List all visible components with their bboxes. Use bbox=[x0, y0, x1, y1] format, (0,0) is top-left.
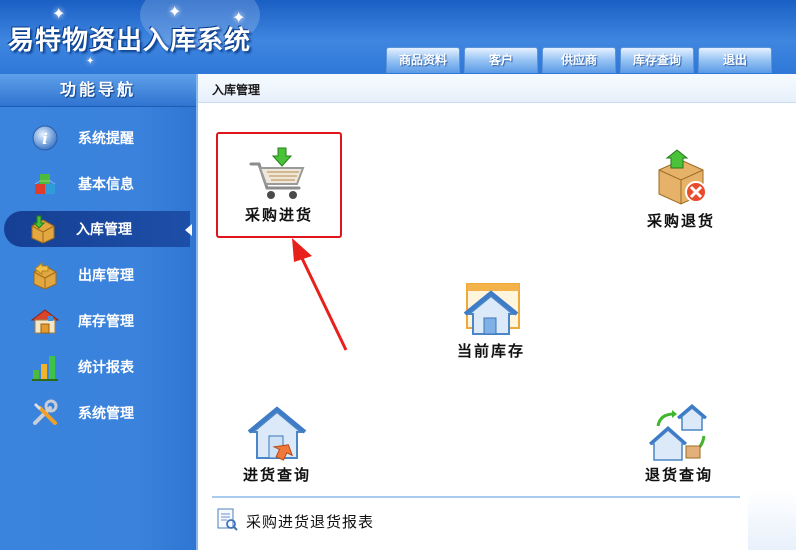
annotation-arrow bbox=[292, 238, 348, 351]
houses-exchange-icon bbox=[646, 404, 712, 462]
box-return-icon bbox=[649, 148, 713, 206]
tile-current-stock[interactable]: 当前库存 bbox=[446, 280, 536, 364]
app-header: ✦ ✦ ✦ ✦ 易特物资出入库系统 商品资料 客户 供应商 库存查询 退出 bbox=[0, 0, 796, 74]
tile-return-query[interactable]: 退货查询 bbox=[634, 404, 724, 488]
sparkle-icon: ✦ bbox=[86, 56, 95, 67]
breadcrumb-current: 入库管理 bbox=[212, 83, 261, 97]
sidebar-item-label: 入库管理 bbox=[76, 222, 132, 238]
active-indicator-arrow bbox=[185, 224, 192, 236]
sidebar-title: 功能导航 bbox=[0, 74, 196, 107]
house-arrow-icon bbox=[243, 404, 311, 462]
tools-icon bbox=[30, 398, 60, 428]
sparkle-icon: ✦ bbox=[168, 2, 182, 21]
tile-label: 退货查询 bbox=[644, 466, 713, 484]
report-icon bbox=[216, 507, 238, 535]
box-out-icon bbox=[30, 260, 60, 290]
tile-purchase[interactable]: 采购进货 bbox=[216, 132, 342, 238]
top-nav-products[interactable]: 商品资料 bbox=[386, 47, 460, 73]
sidebar-item-system-admin[interactable]: 系统管理 bbox=[6, 395, 192, 431]
breadcrumb: 入库管理 bbox=[198, 74, 796, 103]
sidebar-item-system-reminder[interactable]: i 系统提醒 bbox=[6, 120, 192, 156]
sidebar-item-label: 出库管理 bbox=[78, 268, 134, 284]
sidebar-item-label: 基本信息 bbox=[78, 177, 134, 193]
sidebar-item-label: 统计报表 bbox=[78, 360, 134, 376]
sidebar-item-label: 系统管理 bbox=[78, 406, 134, 422]
cubes-icon bbox=[30, 169, 60, 199]
divider bbox=[212, 496, 740, 498]
top-nav-suppliers[interactable]: 供应商 bbox=[542, 47, 616, 73]
top-nav-customers[interactable]: 客户 bbox=[464, 47, 538, 73]
tile-label: 采购退货 bbox=[646, 212, 715, 230]
tile-label: 进货查询 bbox=[242, 466, 311, 484]
sidebar-item-label: 库存管理 bbox=[78, 314, 134, 330]
sidebar-item-inbound[interactable]: 入库管理 bbox=[4, 211, 192, 247]
sidebar-item-reports[interactable]: 统计报表 bbox=[6, 349, 192, 385]
tile-label: 当前库存 bbox=[456, 342, 525, 360]
main-panel: 入库管理 采购进货 采购退货 当前库存 进货查询 退货查询 采购进货退货报表 bbox=[196, 74, 796, 550]
shopping-cart-icon bbox=[247, 146, 311, 202]
info-icon: i bbox=[30, 123, 60, 153]
sidebar-item-basic-info[interactable]: 基本信息 bbox=[6, 166, 192, 202]
app-title: 易特物资出入库系统 bbox=[8, 26, 252, 56]
top-nav: 商品资料 客户 供应商 库存查询 退出 bbox=[386, 47, 772, 73]
bar-chart-icon bbox=[30, 352, 60, 382]
bottom-fade bbox=[748, 490, 796, 550]
house-window-icon bbox=[457, 280, 525, 338]
tile-purchase-query[interactable]: 进货查询 bbox=[232, 404, 322, 488]
sidebar-item-label: 系统提醒 bbox=[78, 131, 134, 147]
sidebar-item-inventory[interactable]: 库存管理 bbox=[6, 303, 192, 339]
box-in-icon bbox=[28, 214, 58, 244]
tile-label: 采购进货 bbox=[244, 206, 313, 224]
report-link[interactable]: 采购进货退货报表 bbox=[216, 507, 374, 535]
top-nav-exit[interactable]: 退出 bbox=[698, 47, 772, 73]
warehouse-icon bbox=[30, 306, 60, 336]
sidebar: 功能导航 i 系统提醒 基本信息 入库管理 出库管理 库存管理 统计报表 系统管… bbox=[0, 74, 196, 550]
top-nav-stock-query[interactable]: 库存查询 bbox=[620, 47, 694, 73]
svg-text:i: i bbox=[42, 130, 48, 148]
report-link-label[interactable]: 采购进货退货报表 bbox=[246, 511, 374, 532]
sidebar-item-outbound[interactable]: 出库管理 bbox=[6, 257, 192, 293]
tile-purchase-return[interactable]: 采购退货 bbox=[636, 148, 726, 238]
